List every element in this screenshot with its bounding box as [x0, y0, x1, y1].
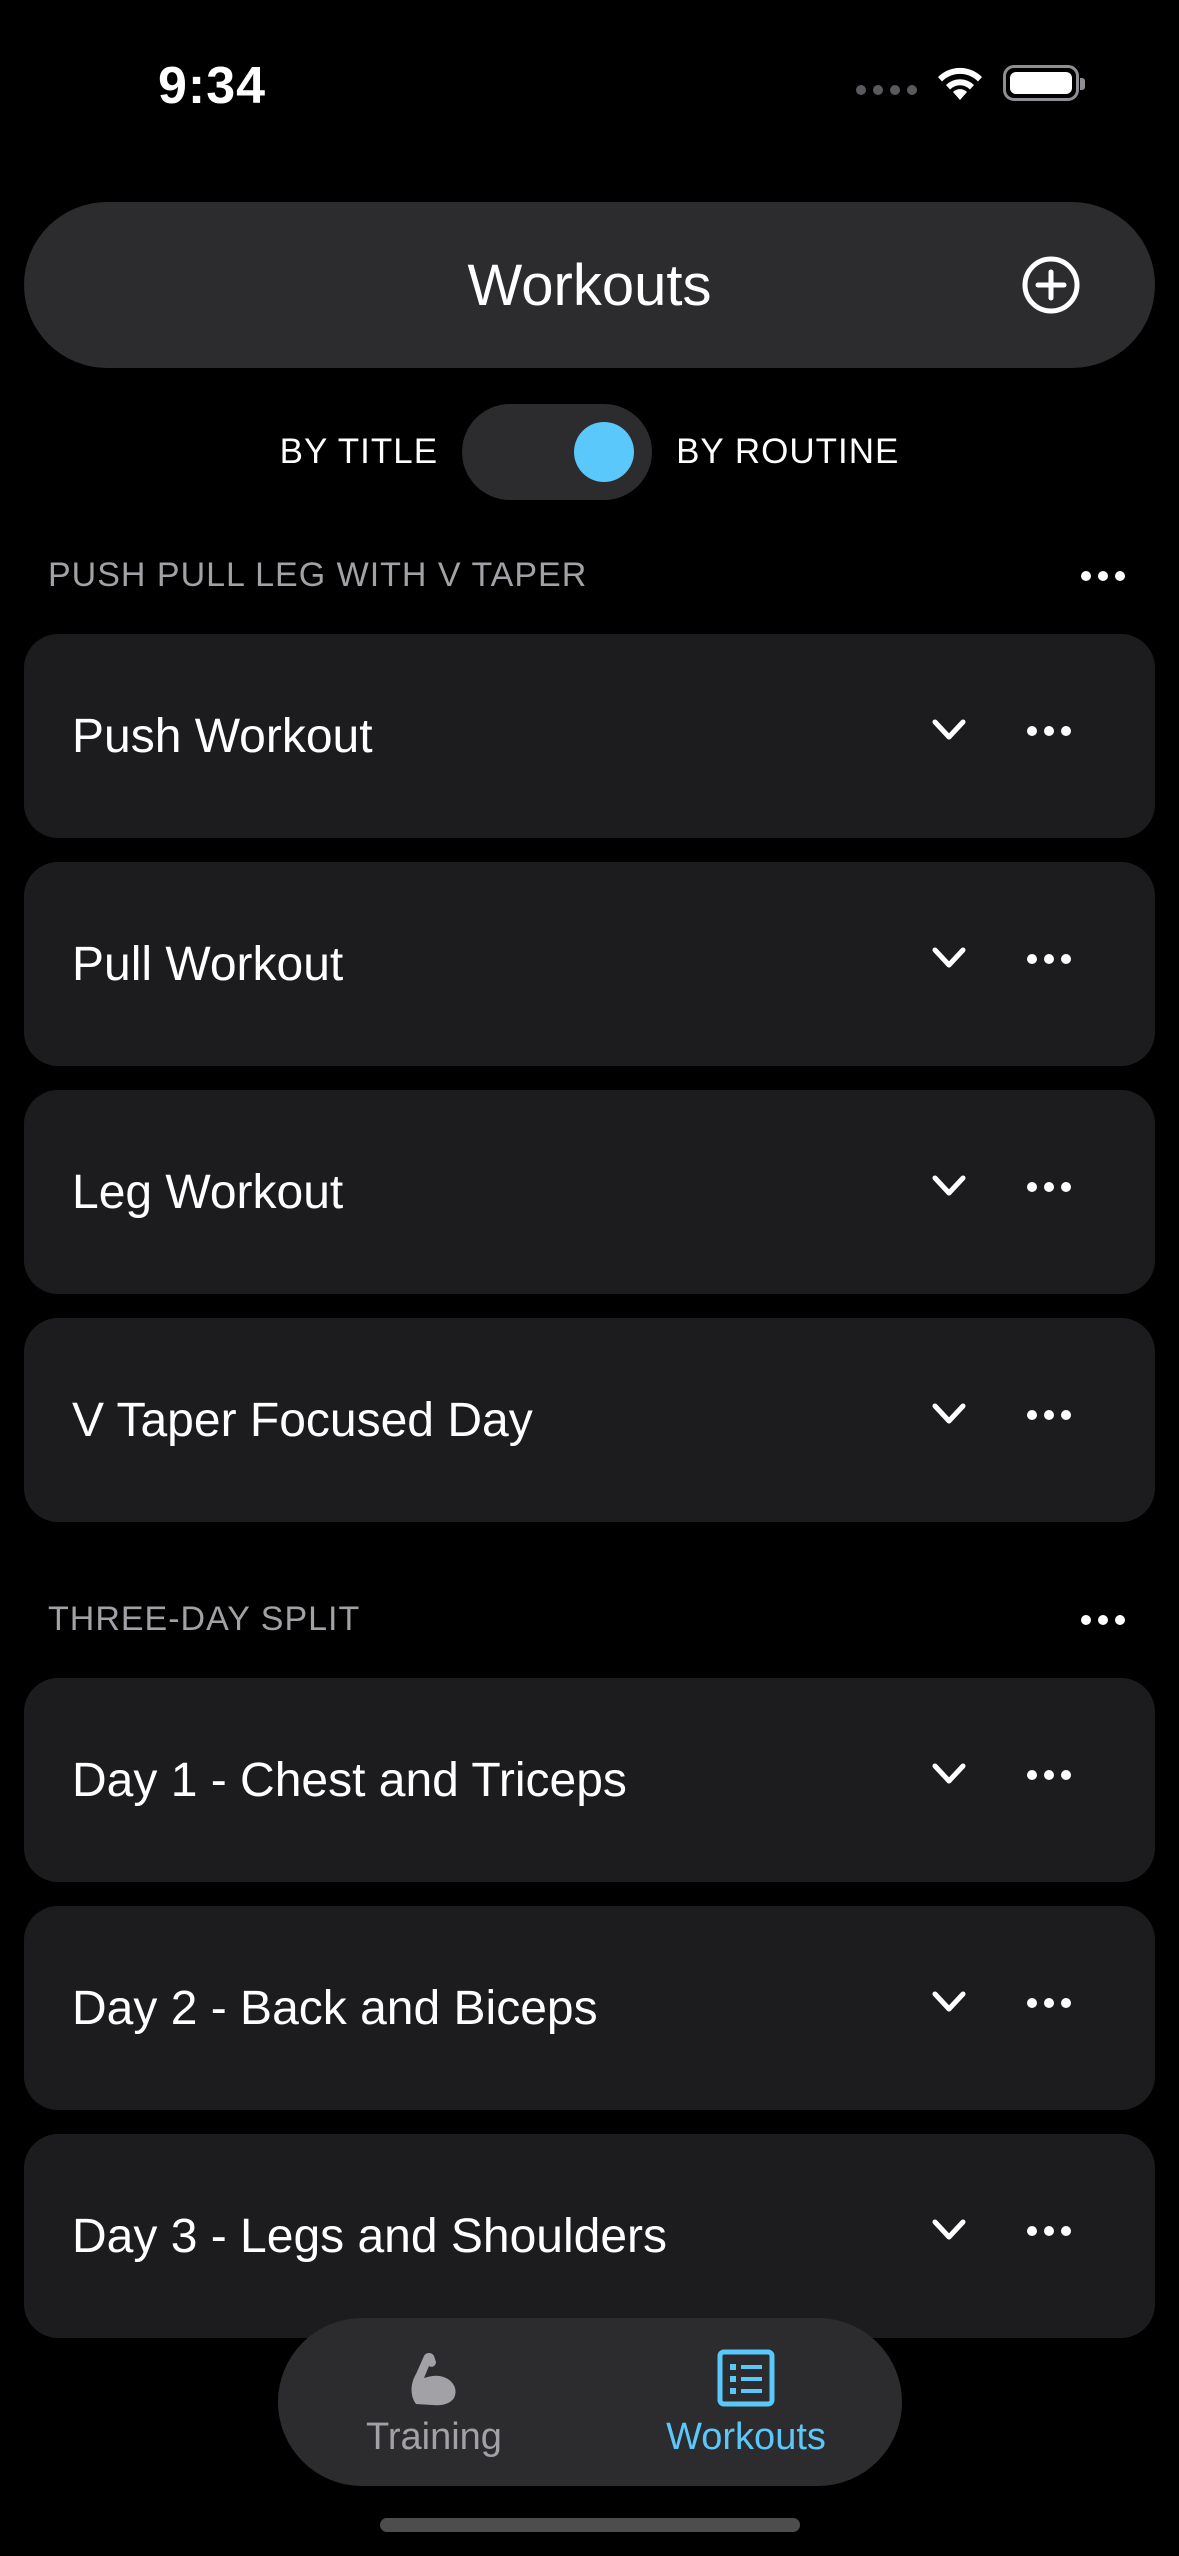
workout-card[interactable]: Day 1 - Chest and Triceps: [24, 1678, 1155, 1882]
section-header: THREE-DAY SPLIT: [48, 1600, 1131, 1639]
cellular-signal-icon: [856, 85, 917, 95]
workout-title: Pull Workout: [72, 937, 344, 991]
switch-knob: [574, 422, 635, 482]
section-header: PUSH PULL LEG WITH V TAPER: [48, 556, 1131, 595]
workout-more-icon[interactable]: [1021, 2218, 1077, 2244]
workout-title: Day 1 - Chest and Triceps: [72, 1753, 627, 1807]
workout-card[interactable]: Pull Workout: [24, 862, 1155, 1066]
chevron-down-icon[interactable]: [929, 710, 969, 750]
chevron-down-icon[interactable]: [929, 1166, 969, 1206]
workout-more-icon[interactable]: [1021, 1990, 1077, 2016]
header-bar: Workouts: [24, 202, 1155, 368]
tab-workouts[interactable]: Workouts: [590, 2318, 902, 2486]
list-icon: [717, 2349, 775, 2406]
toggle-label-by-routine[interactable]: BY ROUTINE: [676, 432, 899, 472]
wifi-icon: [938, 67, 982, 100]
flexed-arm-icon: [411, 2352, 456, 2405]
workout-more-icon[interactable]: [1021, 946, 1077, 972]
workout-title: V Taper Focused Day: [72, 1393, 533, 1447]
workout-title: Day 3 - Legs and Shoulders: [72, 2209, 668, 2263]
toggle-label-by-title[interactable]: BY TITLE: [280, 432, 438, 472]
view-mode-switch[interactable]: [462, 404, 653, 500]
workout-more-icon[interactable]: [1021, 1762, 1077, 1788]
chevron-down-icon[interactable]: [929, 1754, 969, 1794]
workout-card[interactable]: Push Workout: [24, 634, 1155, 838]
workout-title: Day 2 - Back and Biceps: [72, 1981, 598, 2035]
home-indicator[interactable]: [380, 2518, 800, 2532]
workout-card[interactable]: V Taper Focused Day: [24, 1318, 1155, 1522]
chevron-down-icon[interactable]: [929, 1394, 969, 1434]
tab-label: Workouts: [666, 2415, 826, 2458]
section-title: PUSH PULL LEG WITH V TAPER: [48, 556, 588, 594]
workouts-screen: 9:34 Workouts BY TITLE BY ROUTINE PUSH P…: [0, 0, 1179, 2556]
workout-more-icon[interactable]: [1021, 718, 1077, 744]
section-title: THREE-DAY SPLIT: [48, 1600, 361, 1638]
workout-more-icon[interactable]: [1021, 1402, 1077, 1428]
tab-training[interactable]: Training: [278, 2318, 590, 2486]
chevron-down-icon[interactable]: [929, 1982, 969, 2022]
workout-more-icon[interactable]: [1021, 1174, 1077, 1200]
tab-bar: Training Workouts: [278, 2318, 902, 2486]
workout-title: Leg Workout: [72, 1165, 344, 1219]
page-title: Workouts: [467, 252, 712, 318]
tab-label: Training: [366, 2415, 502, 2458]
battery-icon: [1003, 65, 1085, 101]
chevron-down-icon[interactable]: [929, 938, 969, 978]
status-time: 9:34: [158, 57, 267, 115]
workout-card[interactable]: Leg Workout: [24, 1090, 1155, 1294]
section-more-icon[interactable]: [1075, 563, 1131, 589]
workout-card[interactable]: Day 2 - Back and Biceps: [24, 1906, 1155, 2110]
section-more-icon[interactable]: [1075, 1607, 1131, 1633]
status-icons: [856, 64, 1085, 102]
chevron-down-icon[interactable]: [929, 2210, 969, 2250]
view-mode-toggle-row: BY TITLE BY ROUTINE: [0, 404, 1179, 500]
workout-card[interactable]: Day 3 - Legs and Shoulders: [24, 2134, 1155, 2338]
workout-title: Push Workout: [72, 709, 373, 763]
add-workout-button[interactable]: [1021, 255, 1081, 315]
